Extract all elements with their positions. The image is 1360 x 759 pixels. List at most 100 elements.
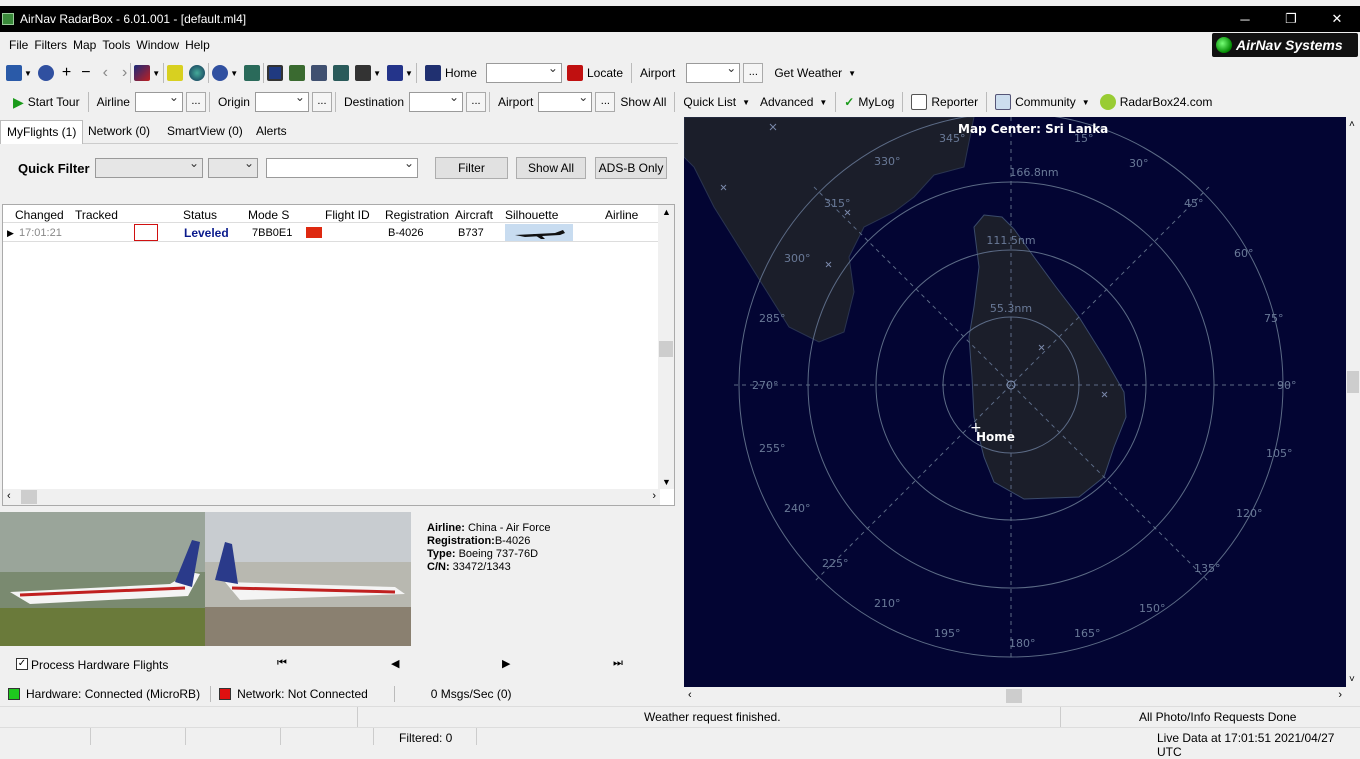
destination-browse-button[interactable]: ... bbox=[466, 92, 487, 112]
home-icon bbox=[424, 65, 441, 81]
next-record-button[interactable]: ▶ bbox=[502, 657, 510, 670]
menu-help[interactable]: Help bbox=[182, 38, 213, 52]
menu-file[interactable]: File bbox=[6, 38, 31, 52]
origin-combo[interactable] bbox=[254, 90, 309, 112]
row-registration: B-4026 bbox=[388, 227, 424, 239]
filter-operator-combo[interactable] bbox=[208, 156, 258, 178]
photo-status: All Photo/Info Requests Done bbox=[1139, 710, 1297, 724]
bearing-165: 165° bbox=[1074, 627, 1101, 640]
airplane-icon[interactable] bbox=[6, 65, 22, 81]
tab-myflights[interactable]: MyFlights (1) bbox=[0, 120, 84, 144]
map-vertical-scrollbar[interactable]: ˄ ˅ bbox=[1346, 117, 1360, 687]
col-silhouette[interactable]: Silhouette bbox=[505, 208, 558, 222]
col-aircraft[interactable]: Aircraft bbox=[455, 208, 493, 222]
quick-list-button[interactable]: Quick List ▼ bbox=[678, 91, 755, 113]
zoom-in-icon[interactable]: + bbox=[62, 64, 71, 82]
advanced-button[interactable]: Advanced ▼ bbox=[755, 91, 832, 113]
airport-combo[interactable] bbox=[686, 61, 741, 83]
hardware-status: Hardware: Connected (MicroRB) bbox=[26, 687, 201, 701]
col-flight-id[interactable]: Flight ID bbox=[325, 208, 370, 222]
ring-label-3: 166.8nm bbox=[1009, 166, 1058, 179]
menu-bar: File Filters Map Tools Window Help bbox=[0, 34, 1360, 56]
range-rings-icon[interactable] bbox=[289, 65, 306, 81]
maximize-button[interactable]: ❐ bbox=[1268, 6, 1314, 32]
bearing-150: 150° bbox=[1139, 602, 1166, 615]
col-tracked[interactable]: Tracked bbox=[75, 208, 118, 222]
map-center-label: Map Center: Sri Lanka bbox=[958, 122, 1108, 136]
map-horizontal-scrollbar[interactable]: ‹ › bbox=[684, 688, 1346, 704]
bearing-195: 195° bbox=[934, 627, 961, 640]
col-airline[interactable]: Airline bbox=[605, 208, 638, 222]
aircraft-info: Airline: China - Air Force Registration:… bbox=[427, 522, 551, 574]
filter-value-combo[interactable] bbox=[266, 156, 418, 178]
community-button[interactable]: Community ▼ bbox=[990, 91, 1095, 113]
airport-browse-button[interactable]: ... bbox=[743, 63, 764, 83]
back-icon[interactable]: ‹ bbox=[103, 64, 108, 82]
adsb-only-button[interactable]: ADS-B Only bbox=[595, 157, 667, 179]
process-hardware-checkbox[interactable]: ✓ bbox=[16, 658, 28, 670]
locate-combo[interactable] bbox=[485, 61, 562, 83]
tab-alerts[interactable]: Alerts bbox=[250, 120, 293, 144]
route-icon[interactable] bbox=[244, 65, 261, 81]
airline-label: Airline bbox=[96, 95, 130, 109]
connection-status: Hardware: Connected (MicroRB) Network: N… bbox=[0, 684, 678, 704]
map-style-icon[interactable] bbox=[134, 65, 151, 81]
menu-map[interactable]: Map bbox=[70, 38, 99, 52]
previous-record-button[interactable]: ◀ bbox=[391, 657, 399, 670]
menu-filters[interactable]: Filters bbox=[31, 38, 70, 52]
grid-vertical-scrollbar[interactable]: ▲ ▼ bbox=[658, 205, 674, 489]
radar-map[interactable]: 55.3nm 111.5nm 166.8nm 345° 15° 30° 45° … bbox=[684, 117, 1346, 687]
airline-combo[interactable] bbox=[134, 90, 183, 112]
radar-icon[interactable] bbox=[212, 65, 229, 81]
col-changed[interactable]: Changed bbox=[15, 208, 64, 222]
bearing-285: 285° bbox=[759, 312, 786, 325]
play-icon: ▶ bbox=[13, 93, 24, 110]
minimize-button[interactable]: ─ bbox=[1222, 6, 1268, 32]
close-button[interactable]: ✕ bbox=[1314, 6, 1360, 32]
airport-filter-browse-button[interactable]: ... bbox=[595, 92, 616, 112]
mylog-button[interactable]: ✓ MyLog bbox=[839, 91, 899, 113]
origin-browse-button[interactable]: ... bbox=[311, 92, 332, 112]
grid-icon[interactable] bbox=[311, 65, 328, 81]
center-icon[interactable] bbox=[267, 65, 284, 81]
graticule-icon[interactable] bbox=[333, 65, 350, 81]
show-all-button[interactable]: Show All bbox=[615, 91, 671, 113]
first-record-button[interactable]: ⏮ bbox=[277, 657, 287, 670]
highway-icon[interactable] bbox=[387, 65, 404, 81]
bearing-300: 300° bbox=[784, 252, 811, 265]
filter-field-combo[interactable] bbox=[95, 156, 203, 178]
earth-icon[interactable] bbox=[189, 65, 206, 81]
show-all-filter-button[interactable]: Show All bbox=[516, 157, 586, 179]
table-row[interactable]: ▶ 17:01:21 Leveled 7BB0E1 B-4026 B737 bbox=[3, 224, 660, 242]
col-mode-s[interactable]: Mode S bbox=[248, 208, 289, 222]
zoom-out-icon[interactable]: − bbox=[81, 64, 90, 82]
grid-horizontal-scrollbar[interactable]: ‹ › bbox=[3, 489, 660, 505]
locate-button[interactable]: Locate bbox=[562, 62, 628, 84]
layers-icon[interactable] bbox=[167, 65, 184, 81]
destination-combo[interactable] bbox=[409, 90, 464, 112]
bearing-270: 270° bbox=[752, 379, 779, 392]
forward-icon[interactable]: › bbox=[122, 64, 127, 82]
radarbox24-button[interactable]: RadarBox24.com bbox=[1095, 91, 1218, 113]
tracked-checkbox[interactable] bbox=[134, 224, 158, 241]
zoom-fit-icon[interactable] bbox=[37, 65, 54, 81]
start-tour-button[interactable]: ▶ Start Tour bbox=[8, 91, 85, 113]
tab-smartview[interactable]: SmartView (0) bbox=[161, 120, 249, 144]
menu-tools[interactable]: Tools bbox=[99, 38, 133, 52]
reporter-button[interactable]: Reporter bbox=[906, 91, 983, 113]
menu-window[interactable]: Window bbox=[133, 38, 182, 52]
row-status: Leveled bbox=[184, 226, 229, 240]
destination-label: Destination bbox=[343, 95, 405, 109]
get-weather-button[interactable]: Get Weather ▼ bbox=[769, 62, 861, 84]
filter-button[interactable]: Filter bbox=[435, 157, 508, 179]
tab-network[interactable]: Network (0) bbox=[82, 120, 156, 144]
last-record-button[interactable]: ⏭ bbox=[613, 657, 623, 670]
col-registration[interactable]: Registration bbox=[385, 208, 449, 222]
cross-icon[interactable] bbox=[355, 65, 372, 81]
airport-filter-combo[interactable] bbox=[538, 90, 593, 112]
bearing-255: 255° bbox=[759, 442, 786, 455]
airline-browse-button[interactable]: ... bbox=[185, 92, 206, 112]
airnav-logo: AirNav Systems bbox=[1212, 33, 1358, 57]
home-button[interactable]: Home bbox=[420, 62, 482, 84]
col-status[interactable]: Status bbox=[183, 208, 217, 222]
